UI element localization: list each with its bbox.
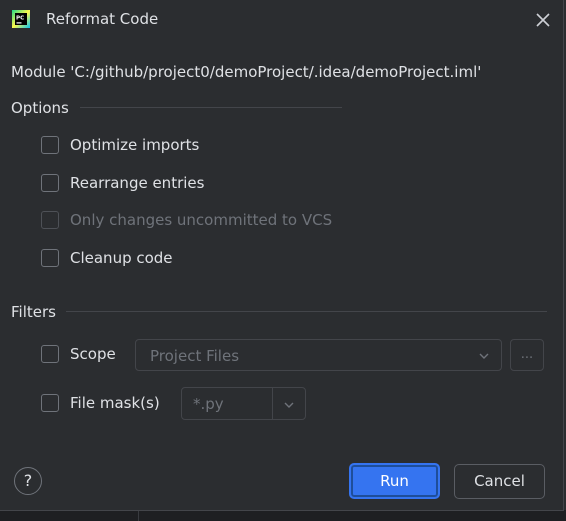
- checkbox-label: Optimize imports: [70, 136, 200, 154]
- close-icon[interactable]: [533, 10, 553, 30]
- file-mask-value: *.py: [193, 395, 224, 413]
- checkbox-box: [41, 211, 59, 229]
- optimize-imports-checkbox[interactable]: Optimize imports: [41, 134, 199, 156]
- scope-dropdown[interactable]: Project Files: [135, 339, 502, 371]
- filters-separator: [66, 311, 547, 312]
- filters-section-title: Filters: [11, 303, 56, 321]
- checkbox-label: Rearrange entries: [70, 174, 205, 192]
- cancel-button[interactable]: Cancel: [454, 464, 545, 499]
- only-vcs-changes-checkbox: Only changes uncommitted to VCS: [41, 209, 332, 231]
- checkbox-box[interactable]: [41, 345, 59, 363]
- scope-value: Project Files: [150, 347, 240, 365]
- title-bar: PC Reformat Code: [0, 0, 563, 40]
- rearrange-entries-checkbox[interactable]: Rearrange entries: [41, 172, 204, 194]
- run-button[interactable]: Run: [349, 463, 440, 499]
- checkbox-box[interactable]: [41, 174, 59, 192]
- checkbox-label: Only changes uncommitted to VCS: [70, 211, 333, 229]
- options-separator: [80, 107, 342, 108]
- combo-divider: [272, 388, 273, 419]
- chevron-down-icon: [284, 402, 294, 408]
- pycharm-icon: PC: [12, 10, 30, 28]
- svg-text:PC: PC: [16, 15, 24, 21]
- dialog-title: Reformat Code: [46, 10, 159, 28]
- checkbox-label: Cleanup code: [70, 249, 173, 267]
- background-window: [0, 510, 566, 521]
- cleanup-code-checkbox[interactable]: Cleanup code: [41, 247, 173, 269]
- module-path-label: Module 'C:/github/project0/demoProject/.…: [11, 63, 482, 81]
- file-mask-combo[interactable]: *.py: [181, 387, 306, 420]
- chevron-down-icon: [479, 353, 489, 359]
- checkbox-box[interactable]: [41, 136, 59, 154]
- background-divider: [138, 510, 139, 521]
- checkbox-box[interactable]: [41, 394, 59, 412]
- help-button[interactable]: ?: [14, 467, 42, 495]
- file-mask-checkbox[interactable]: File mask(s): [41, 392, 160, 414]
- reformat-code-dialog: PC Reformat Code Module 'C:/github/proje…: [0, 0, 564, 511]
- checkbox-label: File mask(s): [70, 394, 160, 412]
- checkbox-box[interactable]: [41, 249, 59, 267]
- scope-checkbox[interactable]: Scope: [41, 343, 116, 365]
- scope-browse-button[interactable]: ...: [510, 339, 544, 371]
- options-section-title: Options: [11, 99, 69, 117]
- checkbox-label: Scope: [70, 345, 116, 363]
